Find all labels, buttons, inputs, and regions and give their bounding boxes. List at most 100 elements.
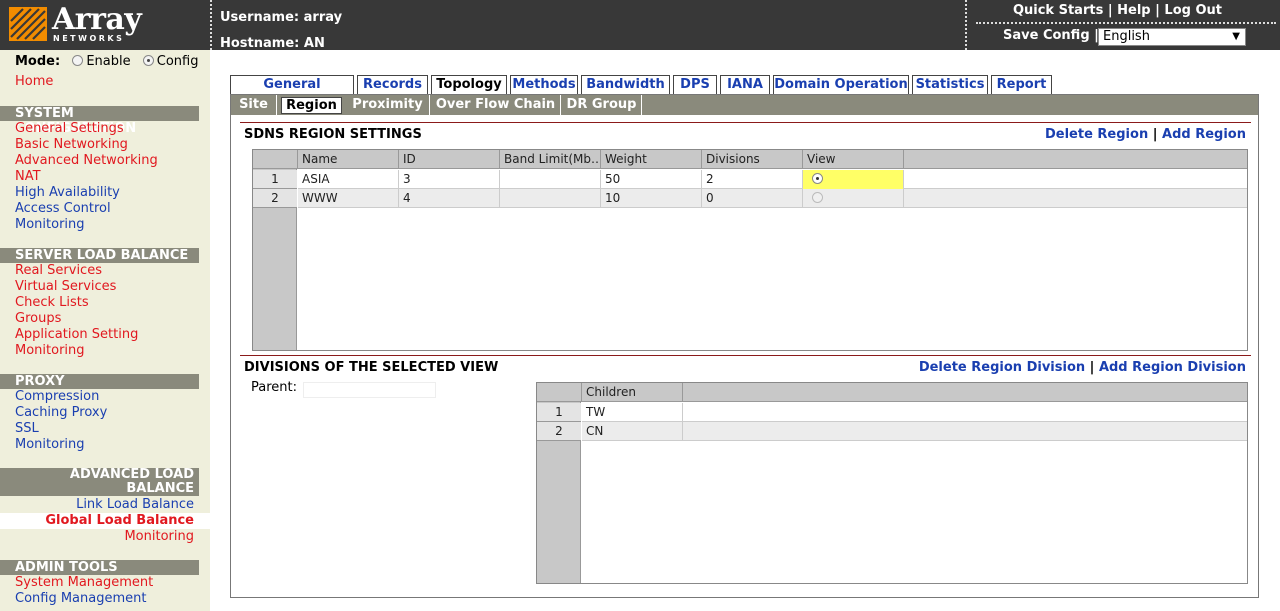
mode-config-radio[interactable] [142, 55, 154, 66]
delete-region-division-link[interactable]: Delete Region Division [919, 360, 1085, 375]
section-title-line1: ADVANCED LOAD [69, 467, 194, 482]
nav-slb-monitoring[interactable]: Monitoring [15, 343, 85, 359]
section-admin-tools: ADMIN TOOLS [0, 560, 199, 575]
save-config-link[interactable]: Save Config [1003, 28, 1090, 43]
children-grid: Children 1 TW 2 CN [536, 382, 1248, 584]
col-divisions-header[interactable]: Divisions [702, 150, 803, 169]
nav-link-load-balance[interactable]: Link Load Balance [76, 497, 194, 513]
corner-cell [253, 150, 298, 169]
save-config-row: Save Config | [1003, 28, 1099, 43]
tab-general-settings[interactable]: General Settings [230, 75, 354, 110]
mode-enable-radio[interactable] [72, 55, 84, 66]
nav-virtual-services[interactable]: Virtual Services [15, 279, 116, 295]
cell-weight: 10 [601, 189, 702, 208]
row-number: 2 [537, 422, 581, 441]
mode-label: Mode: [15, 54, 61, 69]
nav-glb-monitoring[interactable]: Monitoring [124, 529, 194, 545]
nav-groups[interactable]: Groups [15, 311, 61, 327]
view-radio[interactable] [812, 173, 823, 184]
nav-caching-proxy[interactable]: Caching Proxy [15, 405, 107, 421]
dropdown-arrow-icon: ▼ [1232, 31, 1240, 42]
nav-application-setting[interactable]: Application Setting [15, 327, 138, 343]
corner-cell [537, 383, 582, 402]
add-region-division-link[interactable]: Add Region Division [1099, 360, 1246, 375]
header-divider [210, 0, 212, 50]
section-divider [240, 355, 1251, 356]
subtab-site[interactable]: Site [231, 95, 277, 115]
col-children-header[interactable]: Children [582, 383, 683, 402]
tab-domain-operation[interactable]: Domain Operation [773, 75, 909, 95]
tab-report[interactable]: Report [991, 75, 1052, 95]
logout-link[interactable]: Log Out [1164, 3, 1222, 18]
quick-starts-link[interactable]: Quick Starts [1013, 3, 1103, 18]
help-link[interactable]: Help [1117, 3, 1150, 18]
parent-field [303, 382, 436, 398]
col-weight-header[interactable]: Weight [601, 150, 702, 169]
nav-proxy-monitoring[interactable]: Monitoring [15, 437, 85, 453]
table-row[interactable]: CN [582, 422, 1247, 441]
divisions-title: DIVISIONS OF THE SELECTED VIEW [244, 360, 499, 375]
view-radio[interactable] [812, 192, 823, 203]
cell-name: WWW [298, 189, 399, 208]
col-view-header[interactable]: View [803, 150, 904, 169]
section-title-line2: BALANCE [126, 481, 194, 496]
cell-band-limit [500, 170, 601, 189]
section-system-configuration: SYSTEM CONFIGURATION [0, 106, 199, 136]
subtab-dr-group[interactable]: DR Group [562, 95, 642, 115]
nav-system-management[interactable]: System Management [15, 575, 153, 591]
nav-access-control[interactable]: Access Control [15, 201, 111, 217]
nav-system-monitoring[interactable]: Monitoring [15, 217, 85, 233]
header-divider-right [965, 0, 967, 50]
delete-region-link[interactable]: Delete Region [1045, 127, 1148, 142]
nav-nat[interactable]: NAT [15, 169, 41, 185]
cell-name: ASIA [298, 170, 399, 189]
col-name-header[interactable]: Name [298, 150, 399, 169]
logo-subtitle: NETWORKS [53, 34, 125, 43]
nav-general-settings[interactable]: General Settings [15, 121, 124, 137]
subtab-over-flow-chain[interactable]: Over Flow Chain [431, 95, 561, 115]
tab-records[interactable]: Records [357, 75, 428, 95]
cell-child: CN [582, 422, 683, 441]
nav-check-lists[interactable]: Check Lists [15, 295, 89, 311]
section-divider [240, 122, 1251, 123]
language-select[interactable]: English ▼ [1098, 28, 1246, 46]
tab-iana[interactable]: IANA [720, 75, 770, 95]
subtab-region[interactable]: Region [281, 97, 342, 114]
array-logo-icon [9, 7, 47, 41]
nav-basic-networking[interactable]: Basic Networking [15, 137, 128, 153]
tab-bandwidth[interactable]: Bandwidth [581, 75, 670, 95]
division-actions: Delete Region Division | Add Region Divi… [919, 360, 1246, 375]
nav-global-load-balance[interactable]: Global Load Balance [45, 513, 194, 529]
sidebar: Mode: Enable Config Home SYSTEM CONFIGUR… [0, 50, 210, 611]
table-row[interactable]: ASIA 3 50 2 [298, 170, 1247, 189]
logo: Array NETWORKS [0, 0, 210, 50]
add-region-link[interactable]: Add Region [1162, 127, 1246, 142]
nav-advanced-networking[interactable]: Advanced Networking [15, 153, 158, 169]
subtab-bar: Site Region Proximity Over Flow Chain DR… [231, 95, 1258, 115]
table-row[interactable]: TW [582, 403, 1247, 422]
subtab-proximity[interactable]: Proximity [346, 95, 430, 115]
children-grid-header: Children [537, 383, 1247, 402]
link-separator: | [1107, 3, 1118, 18]
username-label: Username: array [220, 10, 343, 25]
col-id-header[interactable]: ID [399, 150, 500, 169]
session-info: Username: array Hostname: AN [220, 5, 342, 57]
region-actions: Delete Region | Add Region [1045, 127, 1246, 142]
tab-topology[interactable]: Topology [431, 75, 507, 95]
cell-child: TW [582, 403, 683, 422]
col-band-limit-header[interactable]: Band Limit(Mb… [500, 150, 601, 169]
nav-real-services[interactable]: Real Services [15, 263, 102, 279]
cell-view [803, 189, 904, 208]
tab-methods[interactable]: Methods [510, 75, 578, 95]
row-number: 2 [253, 189, 297, 208]
nav-compression[interactable]: Compression [15, 389, 99, 405]
nav-high-availability[interactable]: High Availability [15, 185, 120, 201]
link-separator: | [1152, 127, 1158, 142]
nav-ssl[interactable]: SSL [15, 421, 39, 437]
tab-statistics[interactable]: Statistics [912, 75, 988, 95]
table-row[interactable]: WWW 4 10 0 [298, 189, 1247, 208]
nav-config-management[interactable]: Config Management [15, 591, 146, 607]
header-hr [976, 22, 1276, 24]
home-link[interactable]: Home [15, 74, 53, 89]
tab-dps[interactable]: DPS [673, 75, 717, 95]
